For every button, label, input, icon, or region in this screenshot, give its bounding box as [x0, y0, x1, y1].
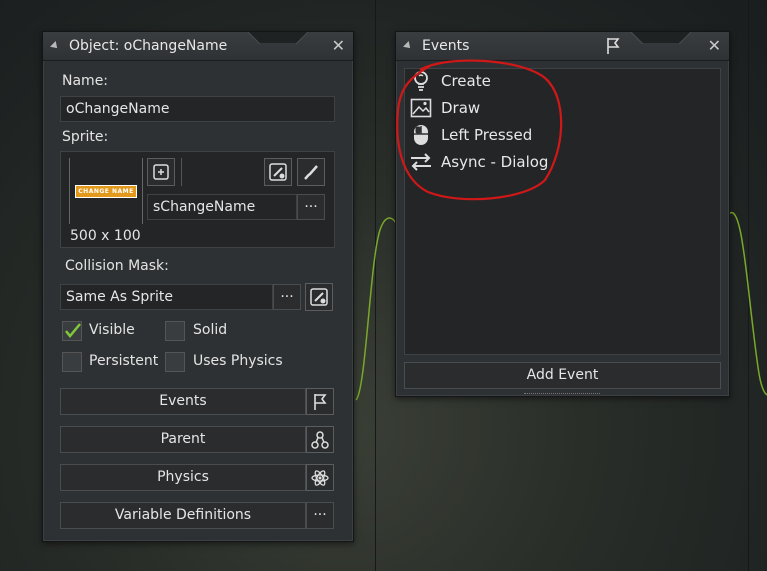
flag-icon [607, 38, 620, 54]
atom-icon [311, 469, 329, 486]
persistent-label: Persistent [89, 353, 159, 369]
physics-button[interactable]: Physics [60, 464, 306, 491]
collision-mask-browse-button[interactable]: ··· [273, 284, 301, 310]
picture-icon [410, 98, 432, 118]
brush-square-icon [269, 163, 287, 181]
sprite-name-field[interactable]: sChangeName [147, 194, 297, 220]
sprite-thumb-image: CHANGE NAME [75, 185, 137, 198]
brush-square-icon [310, 288, 328, 306]
sprite-label: Sprite: [62, 129, 109, 145]
events-panel-header[interactable]: Events ✕ [396, 32, 729, 61]
sprite-thumbnail[interactable]: CHANGE NAME [69, 158, 143, 224]
events-icon-button[interactable] [306, 388, 334, 415]
persistent-checkbox[interactable] [62, 352, 82, 372]
events-list: Create Draw Left Pressed Async - Dialog [404, 68, 721, 355]
events-button[interactable]: Events [60, 388, 306, 415]
collision-mask-field[interactable]: Same As Sprite [60, 284, 273, 310]
event-label: Async - Dialog [441, 153, 549, 171]
collapse-icon[interactable] [50, 41, 60, 51]
events-panel: Events ✕ Create Draw Left Pressed Async … [395, 31, 730, 397]
hierarchy-icon [311, 430, 329, 449]
panel-title: Object: oChangeName [69, 38, 228, 54]
object-panel-header[interactable]: Object: oChangeName ✕ [43, 32, 353, 61]
lightbulb-icon [414, 71, 428, 91]
event-label: Left Pressed [441, 126, 533, 144]
variable-definitions-button[interactable]: Variable Definitions [60, 502, 306, 529]
close-icon[interactable]: ✕ [332, 38, 345, 54]
uses-physics-label: Uses Physics [193, 353, 283, 369]
sprite-box: CHANGE NAME 500 x 100 sChangeName ··· [60, 151, 335, 248]
edit-image-button[interactable] [264, 158, 292, 186]
mouse-icon [414, 125, 428, 145]
new-sprite-button[interactable] [147, 158, 175, 186]
event-label: Create [441, 72, 491, 90]
event-create[interactable]: Create [409, 69, 491, 93]
variable-definitions-more-button[interactable]: ··· [306, 502, 334, 529]
collision-mask-label: Collision Mask: [65, 258, 169, 274]
visible-label: Visible [89, 322, 135, 338]
solid-checkbox[interactable] [165, 321, 185, 341]
sprite-thumb-text: CHANGE NAME [78, 188, 134, 195]
event-async-dialog[interactable]: Async - Dialog [409, 150, 548, 174]
brush-icon [304, 165, 318, 180]
flag-icon [314, 393, 327, 410]
physics-icon-button[interactable] [306, 464, 334, 491]
header-notch [248, 32, 308, 44]
add-event-button[interactable]: Add Event [404, 362, 721, 389]
event-label: Draw [441, 99, 481, 117]
resize-grip[interactable] [524, 393, 600, 396]
sprite-size: 500 x 100 [70, 228, 141, 244]
sprite-browse-button[interactable]: ··· [297, 194, 325, 220]
event-draw[interactable]: Draw [409, 96, 480, 120]
new-sprite-icon [153, 164, 169, 180]
parent-button[interactable]: Parent [60, 426, 306, 453]
panel-title: Events [422, 38, 470, 54]
parent-icon-button[interactable] [306, 426, 334, 453]
close-icon[interactable]: ✕ [708, 38, 721, 54]
collapse-icon[interactable] [403, 41, 413, 51]
header-notch [631, 32, 691, 44]
solid-label: Solid [193, 322, 228, 338]
name-label: Name: [62, 73, 109, 89]
toolbar-divider [181, 158, 182, 186]
edit-sprite-button[interactable] [297, 158, 325, 186]
uses-physics-checkbox[interactable] [165, 352, 185, 372]
visible-checkbox[interactable] [62, 321, 82, 341]
edit-collision-mask-button[interactable] [305, 283, 333, 311]
checkmark-icon [65, 323, 81, 338]
event-left-pressed[interactable]: Left Pressed [409, 123, 532, 147]
object-panel: Object: oChangeName ✕ Name: oChangeName … [42, 31, 354, 542]
async-arrows-icon [411, 153, 431, 171]
name-input[interactable]: oChangeName [60, 96, 335, 122]
